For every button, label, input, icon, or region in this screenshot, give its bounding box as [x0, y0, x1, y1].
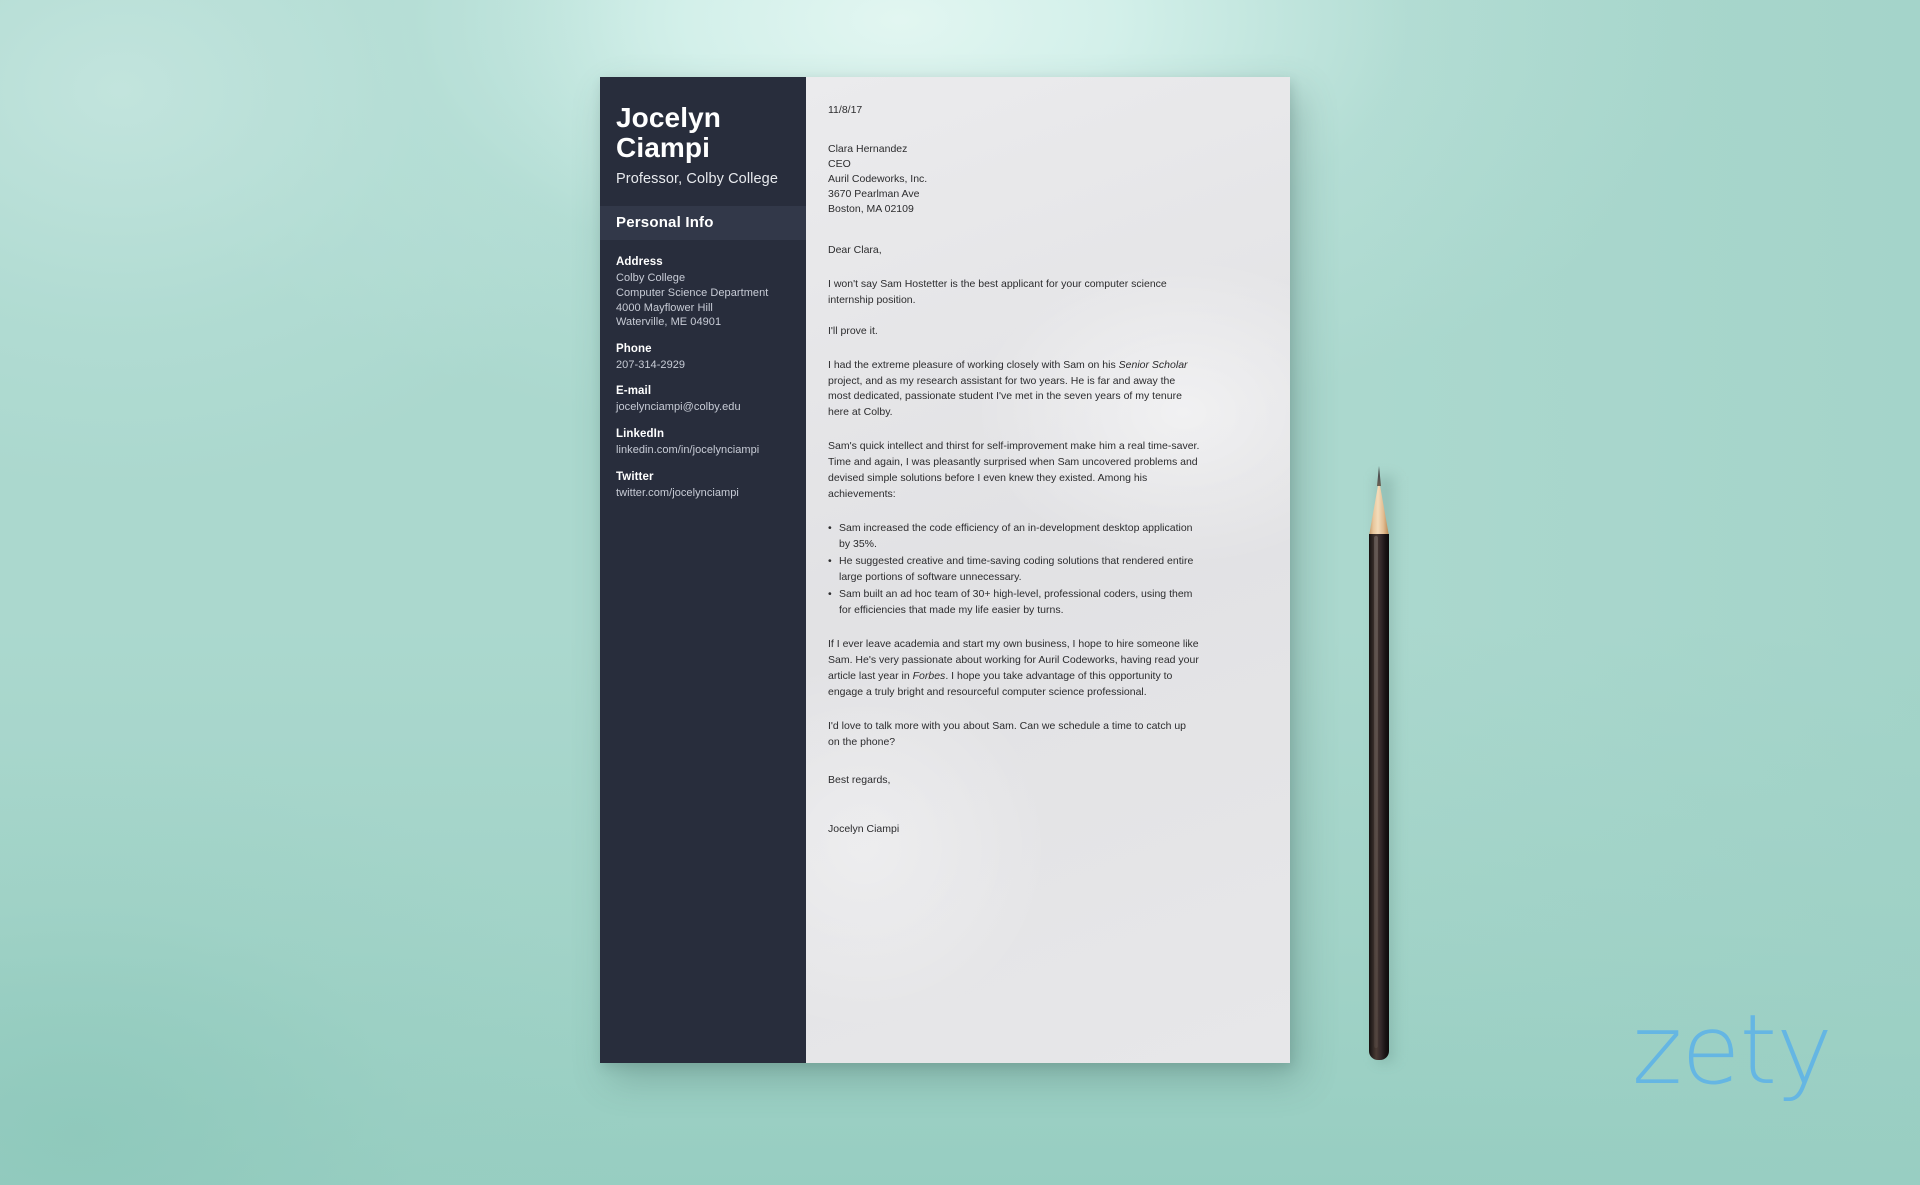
- contact-group-address: Address Colby College Computer Science D…: [616, 256, 790, 330]
- personal-info-heading-band: Personal Info: [600, 206, 806, 241]
- letter-paragraph-2: I'll prove it.: [828, 324, 878, 337]
- contact-value-address-line3: 4000 Mayflower Hill: [616, 301, 713, 314]
- list-item: Sam built an ad hoc team of 30+ high-lev…: [828, 587, 1200, 619]
- contact-value-address-line1: Colby College: [616, 272, 686, 285]
- recipient-city-state-zip: Boston, MA 02109: [828, 202, 914, 215]
- contact-label-address: Address: [616, 256, 663, 269]
- pencil-highlight: [1374, 536, 1378, 1048]
- pencil-barrel: [1369, 534, 1389, 1060]
- document-sidebar: Jocelyn Ciampi Professor, Colby College …: [600, 77, 806, 1063]
- sender-name-first: Jocelyn: [616, 102, 721, 133]
- contact-label-phone: Phone: [616, 342, 652, 355]
- letter-closing: Best regards,: [828, 773, 891, 786]
- pencil-object: [1368, 466, 1399, 1062]
- list-item: He suggested creative and time-saving co…: [828, 554, 1200, 586]
- achievements-bullet-list: Sam increased the code efficiency of an …: [828, 521, 1200, 619]
- letter-paragraph-5: If I ever leave academia and start my ow…: [828, 637, 1200, 701]
- recipient-address-block: Clara Hernandez CEO Auril Codeworks, Inc…: [828, 142, 1256, 217]
- contact-label-email: E-mail: [616, 385, 652, 398]
- paragraph-3-emphasis: Senior Scholar: [1118, 358, 1188, 371]
- sender-identity-block: Jocelyn Ciampi Professor, Colby College: [600, 102, 806, 188]
- paragraph-3-text-after: project, and as my research assistant fo…: [828, 374, 1182, 419]
- zety-logo: zety: [1632, 994, 1833, 1106]
- recipient-name: Clara Hernandez: [828, 143, 908, 156]
- recipient-company: Auril Codeworks, Inc.: [828, 173, 928, 186]
- personal-info-heading: Personal Info: [616, 214, 714, 232]
- contact-value-linkedin[interactable]: linkedin.com/in/jocelynciampi: [616, 443, 790, 458]
- contact-label-linkedin: LinkedIn: [616, 428, 665, 441]
- contact-group-email: E-mail jocelynciampi@colby.edu: [616, 385, 790, 415]
- recipient-job-title: CEO: [828, 158, 851, 171]
- contact-value-email[interactable]: jocelynciampi@colby.edu: [616, 400, 790, 415]
- paragraph-3-text-before: I had the extreme pleasure of working cl…: [828, 358, 1119, 371]
- sender-name-last: Ciampi: [616, 131, 710, 163]
- recipient-street: 3670 Pearlman Ave: [828, 187, 920, 200]
- contact-label-twitter: Twitter: [616, 470, 654, 483]
- contact-value-address-line2: Computer Science Department: [616, 286, 769, 299]
- letter-signature: Jocelyn Ciampi: [828, 823, 900, 836]
- contact-group-twitter: Twitter twitter.com/jocelynciampi: [616, 471, 790, 501]
- letter-body-page: 11/8/17 Clara Hernandez CEO Auril Codewo…: [806, 77, 1290, 1063]
- contact-group-phone: Phone 207-314-2929: [616, 343, 790, 373]
- contact-value-twitter[interactable]: twitter.com/jocelynciampi: [616, 486, 790, 501]
- letter-paragraph-6: I'd love to talk more with you about Sam…: [828, 719, 1187, 748]
- contact-value-address-line4: Waterville, ME 04901: [616, 316, 722, 329]
- letter-paragraph-1: I won't say Sam Hostetter is the best ap…: [828, 277, 1167, 306]
- letter-paragraph-3: I had the extreme pleasure of working cl…: [828, 358, 1200, 422]
- contact-value-phone: 207-314-2929: [616, 358, 686, 371]
- letter-date: 11/8/17: [828, 104, 863, 116]
- letter-salutation: Dear Clara,: [828, 243, 882, 256]
- list-item: Sam increased the code efficiency of an …: [828, 521, 1200, 553]
- contact-info-list: Address Colby College Computer Science D…: [600, 240, 806, 500]
- paragraph-5-emphasis: Forbes: [912, 669, 946, 682]
- sender-job-title: Professor, Colby College: [616, 171, 778, 188]
- contact-group-linkedin: LinkedIn linkedin.com/in/jocelynciampi: [616, 428, 790, 458]
- letter-paragraph-4: Sam's quick intellect and thirst for sel…: [828, 440, 1200, 501]
- cover-letter-document: Jocelyn Ciampi Professor, Colby College …: [600, 77, 1290, 1063]
